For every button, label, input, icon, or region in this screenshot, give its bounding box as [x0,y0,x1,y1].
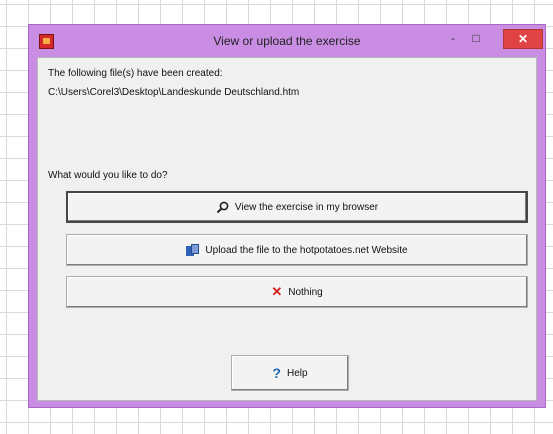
created-files-label: The following file(s) have been created: [48,68,223,79]
nothing-button[interactable]: ✕ Nothing [66,276,528,308]
help-button[interactable]: ? Help [231,355,349,391]
minimize-button[interactable]: - [442,29,464,49]
maximize-button[interactable]: □ [465,29,487,49]
view-exercise-button[interactable]: View the exercise in my browser [66,191,528,223]
question-label: What would you like to do? [48,170,168,181]
nothing-label: Nothing [288,286,323,298]
title-bar: View or upload the exercise - □ ✕ [29,25,545,57]
file-path: C:\Users\Corel3\Desktop\Landeskunde Deut… [48,87,300,98]
x-icon: ✕ [271,284,283,299]
upload-file-button[interactable]: Upload the file to the hotpotatoes.net W… [66,234,528,266]
help-label: Help [286,367,308,379]
dialog-window: View or upload the exercise - □ ✕ The fo… [28,24,546,408]
question-icon: ? [272,365,281,381]
search-icon [216,201,229,213]
view-exercise-label: View the exercise in my browser [234,201,379,213]
upload-file-label: Upload the file to the hotpotatoes.net W… [205,244,408,256]
upload-icon [186,243,200,257]
dialog-content: The following file(s) have been created:… [37,57,537,401]
close-button[interactable]: ✕ [503,29,543,49]
